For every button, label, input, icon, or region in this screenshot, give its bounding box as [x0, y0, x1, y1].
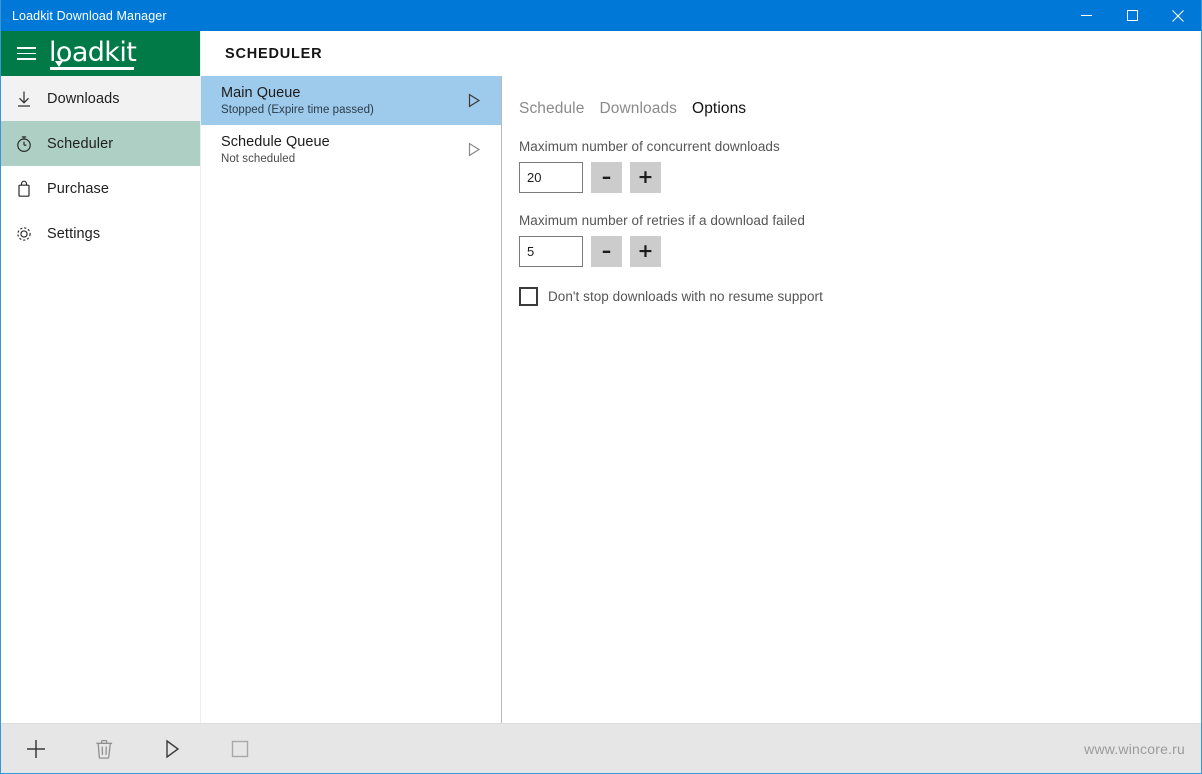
queue-item-status: Stopped (Expire time passed)	[221, 103, 374, 116]
concurrent-downloads-label: Maximum number of concurrent downloads	[519, 139, 780, 154]
bottom-toolbar: www.wincore.ru	[1, 723, 1201, 773]
no-resume-support-label: Don't stop downloads with no resume supp…	[548, 289, 823, 304]
queue-item-status: Not scheduled	[221, 152, 296, 165]
plus-icon: +	[637, 240, 654, 262]
no-resume-support-checkbox[interactable]	[519, 287, 538, 306]
application-window: Loadkit Download Manager loadkit Downloa…	[0, 0, 1202, 774]
sidebar-nav: Downloads Scheduler Purchase Settings	[1, 76, 200, 256]
start-button[interactable]	[154, 731, 190, 767]
concurrent-downloads-stepper: – +	[519, 162, 1201, 193]
max-retries-input[interactable]	[519, 236, 583, 267]
queue-play-icon[interactable]	[461, 93, 487, 108]
minimize-button[interactable]	[1063, 0, 1109, 31]
queue-item-main[interactable]: Main Queue Stopped (Expire time passed)	[201, 76, 501, 125]
concurrent-downloads-input[interactable]	[519, 162, 583, 193]
gear-icon	[15, 225, 47, 243]
max-retries-decrement-button[interactable]: –	[591, 236, 622, 267]
page-title: SCHEDULER	[225, 45, 323, 62]
sidebar: loadkit Downloads Scheduler Purchase Set…	[1, 31, 201, 723]
concurrent-downloads-increment-button[interactable]: +	[630, 162, 661, 193]
no-resume-support-row[interactable]: Don't stop downloads with no resume supp…	[519, 287, 1201, 306]
minus-icon: –	[601, 240, 612, 262]
brand-header: loadkit	[1, 31, 200, 76]
sidebar-item-label: Settings	[47, 225, 101, 242]
plus-icon: +	[637, 166, 654, 188]
app-logo: loadkit	[49, 39, 137, 70]
concurrent-downloads-decrement-button[interactable]: –	[591, 162, 622, 193]
watermark: www.wincore.ru	[1084, 740, 1185, 757]
max-retries-label: Maximum number of retries if a download …	[519, 213, 805, 228]
title-bar: Loadkit Download Manager	[1, 0, 1201, 31]
add-button[interactable]	[18, 731, 54, 767]
download-arrow-icon	[15, 90, 47, 108]
sidebar-item-purchase[interactable]: Purchase	[1, 166, 200, 211]
tab-schedule[interactable]: Schedule	[519, 100, 584, 118]
close-button[interactable]	[1155, 0, 1201, 31]
logo-down-arrow-icon	[55, 60, 63, 67]
sidebar-item-label: Scheduler	[47, 135, 114, 152]
delete-button[interactable]	[86, 731, 122, 767]
stopwatch-icon	[15, 135, 47, 153]
tab-options[interactable]: Options	[692, 100, 746, 118]
options-tabs: Schedule Downloads Options	[519, 100, 1201, 118]
sidebar-item-label: Purchase	[47, 180, 110, 197]
sidebar-item-scheduler[interactable]: Scheduler	[1, 121, 200, 166]
queue-list: Main Queue Stopped (Expire time passed) …	[201, 76, 502, 723]
queue-item-text: Schedule Queue Not scheduled	[221, 134, 461, 165]
sidebar-item-downloads[interactable]: Downloads	[1, 76, 200, 121]
queue-item-text: Main Queue Stopped (Expire time passed)	[221, 85, 461, 116]
queue-play-icon[interactable]	[461, 142, 487, 157]
sidebar-item-settings[interactable]: Settings	[1, 211, 200, 256]
hamburger-icon[interactable]	[13, 41, 39, 67]
stop-button[interactable]	[222, 731, 258, 767]
shopping-bag-icon	[15, 180, 47, 198]
max-retries-stepper: – +	[519, 236, 1201, 267]
maximize-button[interactable]	[1109, 0, 1155, 31]
queue-item-name: Schedule Queue	[221, 134, 330, 151]
queue-item-schedule[interactable]: Schedule Queue Not scheduled	[201, 125, 501, 174]
content-area: SCHEDULER Main Queue Stopped (Expire tim…	[201, 31, 1201, 723]
tab-downloads[interactable]: Downloads	[599, 100, 677, 118]
options-pane: Schedule Downloads Options Maximum numbe…	[502, 76, 1201, 723]
queue-item-name: Main Queue	[221, 85, 301, 102]
sidebar-item-label: Downloads	[47, 90, 120, 107]
page-header: SCHEDULER	[201, 31, 1201, 76]
logo-underline	[50, 67, 135, 70]
minus-icon: –	[601, 166, 612, 188]
max-retries-increment-button[interactable]: +	[630, 236, 661, 267]
window-body: loadkit Downloads Scheduler Purchase Set…	[1, 31, 1201, 723]
window-title: Loadkit Download Manager	[12, 8, 167, 23]
panes: Main Queue Stopped (Expire time passed) …	[201, 76, 1201, 723]
